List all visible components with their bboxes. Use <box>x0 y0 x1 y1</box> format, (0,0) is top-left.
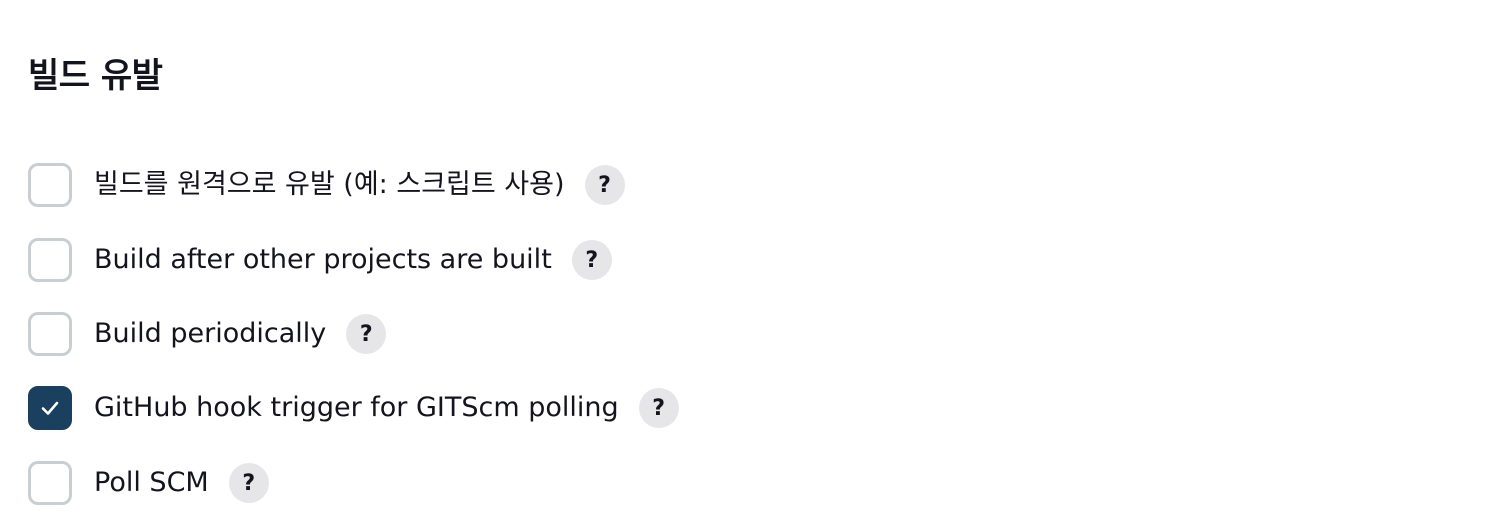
help-icon[interactable]: ? <box>638 388 679 428</box>
option-github-hook-trigger: GitHub hook trigger for GITScm polling ? <box>28 385 679 431</box>
option-build-periodically: Build periodically ? <box>28 311 387 357</box>
option-trigger-remotely: 빌드를 원격으로 유발 (예: 스크립트 사용) ? <box>28 162 625 208</box>
checkbox-build-periodically[interactable] <box>28 312 72 356</box>
option-label-poll-scm[interactable]: Poll SCM <box>94 465 209 501</box>
option-build-after-other-projects: Build after other projects are built ? <box>28 237 612 283</box>
checkbox-build-after-other-projects[interactable] <box>28 238 72 282</box>
option-label-github-hook-trigger[interactable]: GitHub hook trigger for GITScm polling <box>94 390 619 426</box>
help-icon[interactable]: ? <box>571 240 612 280</box>
section-title: 빌드 유발 <box>28 56 163 96</box>
checkbox-poll-scm[interactable] <box>28 461 72 505</box>
option-label-trigger-remotely[interactable]: 빌드를 원격으로 유발 (예: 스크립트 사용) <box>94 167 565 203</box>
help-icon[interactable]: ? <box>228 463 269 503</box>
checkbox-trigger-remotely[interactable] <box>28 163 72 207</box>
build-triggers-section: 빌드 유발 빌드를 원격으로 유발 (예: 스크립트 사용) ? Build a… <box>28 0 1496 532</box>
option-label-build-periodically[interactable]: Build periodically <box>94 316 326 352</box>
option-poll-scm: Poll SCM ? <box>28 460 269 506</box>
help-icon[interactable]: ? <box>584 165 625 205</box>
option-label-build-after-other-projects[interactable]: Build after other projects are built <box>94 242 552 278</box>
help-icon[interactable]: ? <box>346 314 387 354</box>
checkmark-icon <box>41 401 59 415</box>
checkbox-github-hook-trigger[interactable] <box>28 386 72 430</box>
